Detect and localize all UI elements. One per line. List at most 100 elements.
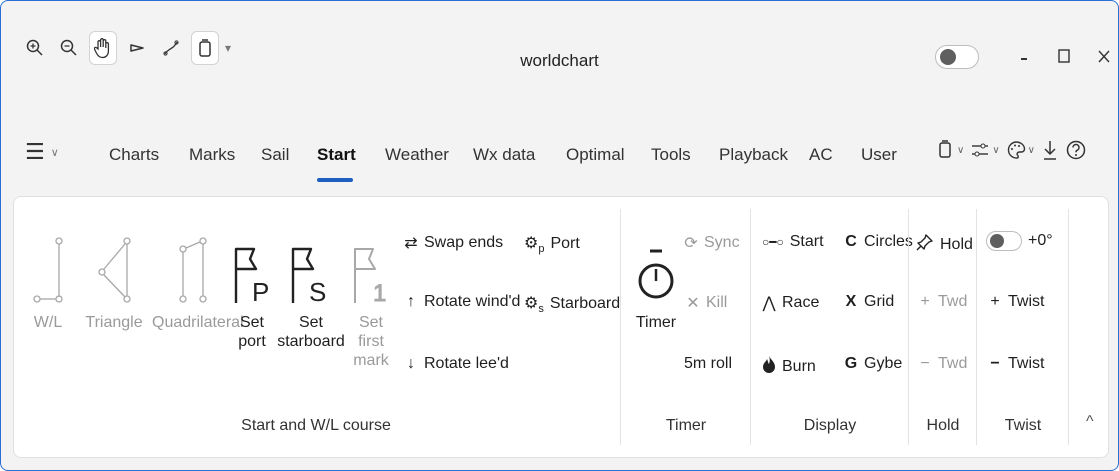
settings-sliders-button[interactable]: ∨ [970,141,1000,159]
tab-user[interactable]: User [861,145,897,165]
collapse-ribbon-button[interactable]: ^ [1086,413,1094,431]
set-port-label-2: port [238,333,266,350]
group-separator [620,209,621,445]
maximize-icon[interactable] [1051,43,1077,69]
display-race-label: Race [782,294,820,311]
plus-twist-button[interactable]: + Twist [988,293,1044,311]
port-button[interactable]: ⚙p Port [524,233,580,255]
swap-ends-label: Swap ends [424,234,504,251]
display-race-button[interactable]: ⋀ Race [762,293,819,313]
pin-icon [916,233,934,256]
tab-marks[interactable]: Marks [189,145,235,165]
flag-first-mark-icon: 1 [354,248,387,305]
tab-optimal[interactable]: Optimal [566,145,625,165]
set-first-mark-label-2: mark [353,352,389,369]
flag-starboard-letter: S [309,277,326,305]
timer-button[interactable]: Timer [634,225,678,332]
hamburger-icon: ☰ [25,139,45,164]
quadrilateral-course-button[interactable]: Quadrilateral [152,217,244,332]
tab-tools[interactable]: Tools [651,145,691,165]
minus-twd-button[interactable]: − Twd [918,355,967,373]
arrow-down-icon: ↓ [407,355,415,372]
minimize-icon[interactable] [1011,43,1037,69]
rotate-windward-button[interactable]: ↑ Rotate wind'd [404,293,520,311]
twist-toggle[interactable] [986,231,1022,251]
close-icon[interactable] [1091,43,1117,69]
tab-weather[interactable]: Weather [385,145,449,165]
display-start-button[interactable]: ○━○ Start [762,233,824,251]
kill-button[interactable]: ✕ Kill [686,293,727,313]
flag-first-letter: 1 [373,280,386,305]
course-group-label: Start and W/L course [241,417,391,434]
display-grid-label: Grid [864,293,895,310]
sync-button[interactable]: ⟳ Sync [684,233,739,253]
tab-charts[interactable]: Charts [109,145,159,165]
group-separator [908,209,909,445]
title-bar: ▾ worldchart [1,1,1118,77]
gybe-key: G [844,355,858,372]
twist-toggle-row: +0° [986,231,1053,251]
display-group-label: Display [803,417,857,434]
plus-icon: + [920,293,930,310]
triangle-course-icon [98,237,131,303]
flag-port-icon: P [234,247,269,305]
stopwatch-icon [638,249,674,299]
display-gybe-label: Gybe [864,355,903,372]
twist-angle: +0° [1028,232,1053,249]
help-icon[interactable] [1065,139,1087,161]
palette-icon [1007,141,1025,159]
set-first-mark-label-1: Set first [358,314,384,350]
theme-toggle[interactable] [935,45,979,69]
minus-twist-label: Twist [1008,355,1045,372]
rotate-leeward-label: Rotate lee'd [424,355,509,372]
download-icon[interactable] [1041,139,1059,161]
hamburger-menu-button[interactable]: ☰ ∨ [25,139,59,165]
rotate-windward-label: Rotate wind'd [424,293,521,310]
timer-group-label: Timer [665,417,707,434]
set-first-mark-button[interactable]: 1 Set first mark [344,217,398,370]
triangle-course-button[interactable]: Triangle [74,217,154,332]
tab-row-tools: ∨ ∨ ∨ [937,139,1087,161]
tab-ac[interactable]: AC [809,145,833,165]
swap-icon: ⇄ [404,235,418,252]
display-start-label: Start [789,233,824,250]
sync-icon: ⟳ [684,235,698,252]
arrow-up-icon: ↑ [407,293,415,310]
five-minute-roll-button[interactable]: 5m roll [684,355,732,373]
set-starboard-button[interactable]: S Set starboard [276,217,346,351]
wl-course-button[interactable]: W/L [28,217,68,332]
starboard-button[interactable]: ⚙s Starboard [524,293,620,315]
kill-label: Kill [706,294,728,311]
display-gybe-button[interactable]: G Gybe [844,355,902,373]
display-burn-label: Burn [782,357,816,375]
minus-icon: − [920,355,930,372]
circles-key: C [845,233,857,250]
quadrilateral-course-label: Quadrilateral [152,314,244,331]
display-circles-button[interactable]: C Circles [844,233,913,251]
swap-ends-button[interactable]: ⇄ Swap ends [404,233,503,253]
tab-start[interactable]: Start [317,145,356,165]
tab-playback[interactable]: Playback [719,145,788,165]
plus-twd-button[interactable]: + Twd [918,293,967,311]
port-label: Port [550,235,580,253]
flame-icon [762,355,776,378]
set-starboard-label-2: starboard [277,333,345,350]
tab-wx-data[interactable]: Wx data [473,145,535,165]
display-grid-button[interactable]: X Grid [844,293,895,311]
palette-menu-button[interactable]: ∨ [1006,140,1035,160]
set-port-button[interactable]: P Set port [232,217,272,351]
grid-key: X [845,293,857,310]
set-port-label-1: Set [239,314,264,331]
display-burn-button[interactable]: Burn [762,355,816,378]
set-starboard-label-1: Set [298,314,323,331]
race-course-icon: ⋀ [762,295,776,312]
tab-sail[interactable]: Sail [261,145,289,165]
layers-menu-button[interactable]: ∨ [937,140,964,160]
start-line-icon: ○━○ [762,235,784,249]
hold-button[interactable]: Hold [916,233,973,256]
minus-twist-button[interactable]: − Twist [988,355,1044,373]
sliders-icon [972,143,989,157]
flag-starboard-icon: S [291,247,326,305]
triangle-course-label: Triangle [85,314,143,331]
rotate-leeward-button[interactable]: ↓ Rotate lee'd [404,355,509,373]
